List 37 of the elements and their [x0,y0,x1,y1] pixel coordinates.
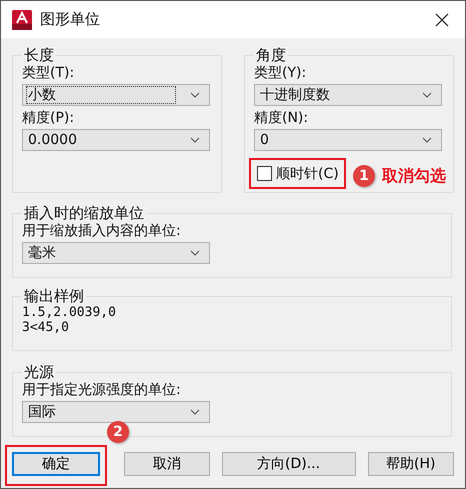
field-label: 精度(P): [22,109,76,127]
group-title: 输出样例 [23,287,85,305]
dialog-button[interactable]: 帮助(H) [368,452,454,476]
step-number: 2 [107,421,129,443]
group-title: 插入时的缩放单位 [23,204,145,222]
checkbox[interactable] [257,166,272,181]
close-icon [434,12,450,28]
chevron-down-icon [190,409,200,415]
chevron-down-icon [422,137,432,143]
sample-text: 3<45,0 [22,320,70,335]
field-label: 类型(T): [22,64,76,82]
dropdown[interactable]: 毫米 [22,242,210,264]
sample-text: 1.5,2.0039,0 [22,305,117,320]
chevron-down-icon [190,137,200,143]
app-logo-icon [12,10,32,30]
dialog-button[interactable]: 确定 [12,452,100,476]
group-title: 角度 [255,46,287,64]
step-number: 1 [353,165,375,187]
window-title: 图形单位 [40,10,101,29]
dropdown[interactable]: 十进制度数 [254,84,442,106]
checkbox-label: 顺时针(C) [276,164,339,182]
group-title: 光源 [23,363,55,381]
field-label: 用于指定光源强度的单位: [22,381,182,399]
chevron-down-icon [190,92,200,98]
annotation-text: 取消勾选 [382,166,446,187]
dropdown[interactable]: 国际 [22,401,210,423]
dropdown[interactable]: 0 [254,129,442,151]
dropdown[interactable]: 小数 [22,84,210,106]
field-label: 用于缩放插入内容的单位: [22,222,182,240]
field-label: 精度(N): [254,109,310,127]
group-title: 长度 [23,46,55,64]
dialog-button[interactable]: 方向(D)... [222,452,356,476]
field-label: 类型(Y): [254,64,308,82]
dialog-button[interactable]: 取消 [124,452,210,476]
chevron-down-icon [422,92,432,98]
dropdown[interactable]: 0.0000 [22,129,210,151]
chevron-down-icon [190,250,200,256]
